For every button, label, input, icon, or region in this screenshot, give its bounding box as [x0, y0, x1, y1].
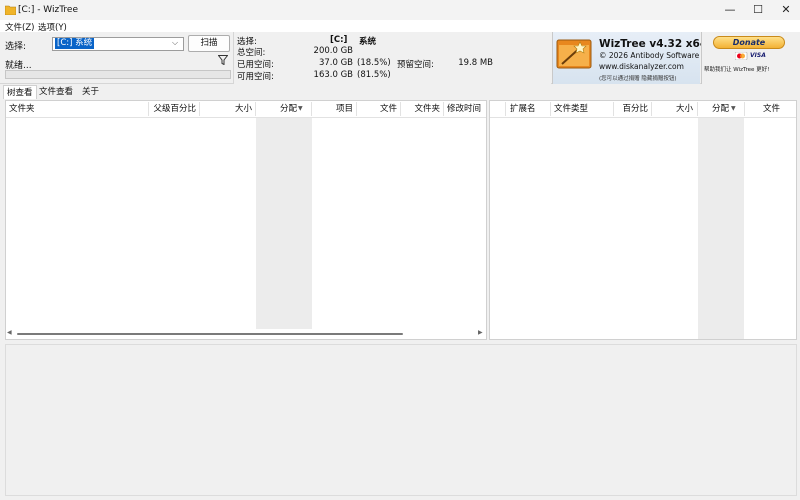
- used-space-label: 已用空间:: [237, 60, 274, 70]
- donate-note: (您可以通过捐赠 隐藏捐赠按钮): [599, 76, 677, 82]
- reserved-space-label: 预留空间:: [397, 60, 434, 70]
- col-ext-size[interactable]: 大小: [652, 102, 693, 116]
- app-name: WizTree v4.32 x64: [599, 38, 708, 50]
- col-folders[interactable]: 文件夹: [401, 102, 440, 116]
- tab-about[interactable]: 关于: [79, 85, 102, 99]
- scroll-right-icon[interactable]: ▶: [478, 329, 483, 336]
- minimize-button[interactable]: —: [716, 0, 744, 20]
- col-ext-allocated[interactable]: 分配: [712, 102, 729, 116]
- visa-label: VISA: [750, 52, 766, 59]
- menu-bar: [0, 20, 800, 32]
- close-button[interactable]: ✕: [772, 0, 800, 20]
- scroll-left-icon[interactable]: ◀: [7, 329, 12, 336]
- tab-tree-view[interactable]: 树查看: [3, 85, 37, 99]
- col-parent-percent[interactable]: 父级百分比: [150, 102, 196, 116]
- copyright-text: © 2026 Antibody Software: [599, 51, 700, 60]
- chevron-down-icon[interactable]: ⌵: [172, 38, 178, 48]
- col-separator[interactable]: [255, 102, 256, 116]
- col-separator[interactable]: [505, 102, 506, 116]
- col-files[interactable]: 文件: [357, 102, 397, 116]
- wiztree-logo-icon: [556, 39, 592, 69]
- col-ext-files[interactable]: 文件: [745, 102, 780, 116]
- col-extension[interactable]: 扩展名: [510, 102, 536, 116]
- free-space-percent: (81.5%): [357, 70, 391, 80]
- drive-select-value[interactable]: [C:] 系统: [55, 38, 95, 49]
- drive-stats-panel: [233, 32, 551, 84]
- window-title: [C:] - WizTree: [18, 5, 78, 15]
- free-space-value: 163.0 GB: [313, 70, 353, 80]
- donate-button[interactable]: Donate: [713, 36, 785, 49]
- filter-icon[interactable]: [218, 55, 228, 65]
- tab-bar: [0, 85, 800, 99]
- scan-button[interactable]: 扫描: [188, 35, 230, 52]
- stats-drive-name: 系统: [359, 37, 377, 47]
- scan-progress-bar: [5, 70, 231, 79]
- col-modified[interactable]: 修改时间: [447, 102, 481, 116]
- alloc-column-shade: [256, 118, 312, 329]
- total-space-label: 总空间:: [237, 48, 266, 58]
- treemap-area[interactable]: [5, 344, 797, 496]
- horizontal-scrollbar-thumb[interactable]: [17, 333, 403, 335]
- maximize-button[interactable]: ☐: [744, 0, 772, 20]
- reserved-space-value: 19.8 MB: [458, 58, 493, 68]
- select-label: 选择:: [5, 42, 27, 52]
- col-separator[interactable]: [697, 102, 698, 116]
- total-space-value: 200.0 GB: [313, 46, 353, 56]
- free-space-label: 可用空间:: [237, 72, 274, 82]
- used-space-value: 37.0 GB: [318, 58, 353, 68]
- col-allocated[interactable]: 分配: [280, 102, 297, 116]
- sort-desc-icon[interactable]: ▼: [298, 102, 303, 116]
- donate-text: 帮助我们让 WizTree 更好!: [704, 67, 770, 73]
- used-space-percent: (18.5%): [357, 58, 391, 68]
- title-bar: [0, 0, 800, 20]
- sort-desc-icon[interactable]: ▼: [731, 102, 736, 116]
- col-size[interactable]: 大小: [200, 102, 252, 116]
- file-type-table[interactable]: [489, 100, 797, 340]
- website-link[interactable]: www.diskanalyzer.com: [599, 62, 684, 71]
- col-separator[interactable]: [550, 102, 551, 116]
- col-separator[interactable]: [443, 102, 444, 116]
- tab-file-view[interactable]: 文件查看: [36, 85, 76, 99]
- ext-alloc-column-shade: [698, 118, 744, 339]
- col-folder[interactable]: 文件夹: [9, 102, 35, 116]
- col-file-type[interactable]: 文件类型: [554, 102, 588, 116]
- stats-drive-letter: [C:]: [330, 35, 348, 45]
- col-percent[interactable]: 百分比: [614, 102, 648, 116]
- col-separator[interactable]: [148, 102, 149, 116]
- folder-app-icon: [5, 5, 16, 15]
- folder-tree-table[interactable]: [5, 100, 487, 340]
- col-items[interactable]: 项目: [312, 102, 353, 116]
